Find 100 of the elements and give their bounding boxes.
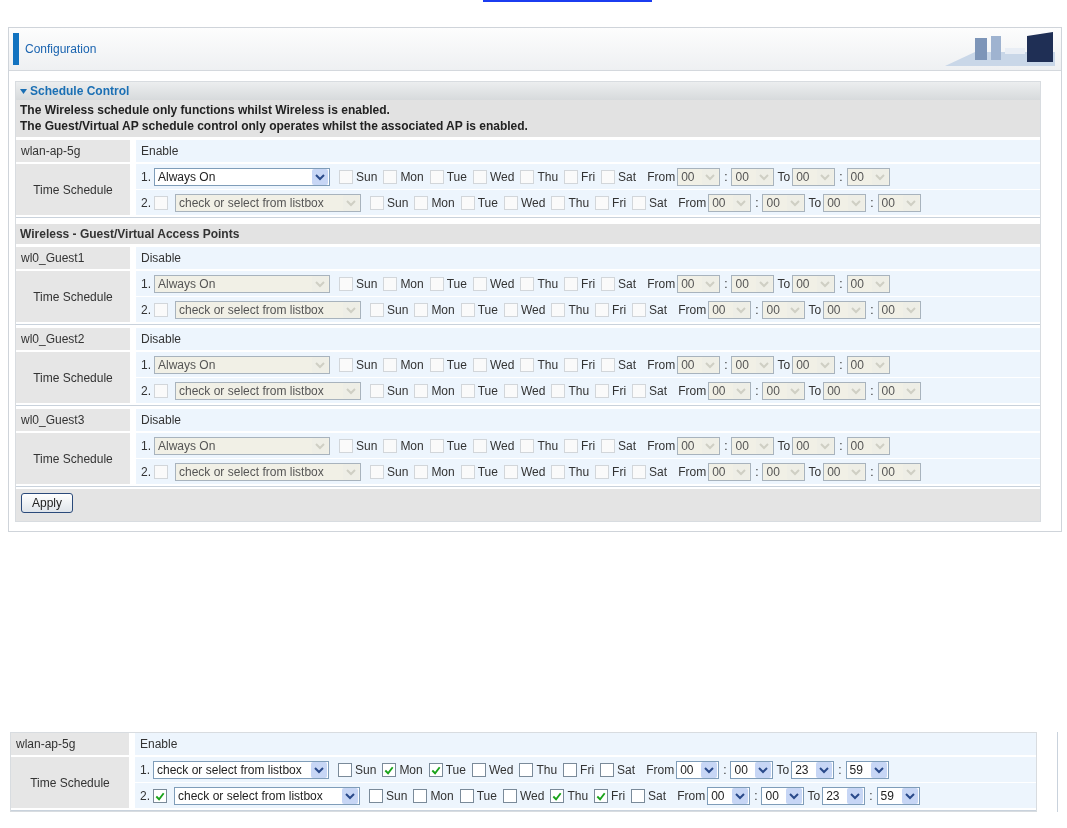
day-label[interactable]: Tue bbox=[446, 276, 467, 291]
day-label[interactable]: Sat bbox=[618, 357, 637, 372]
day-label[interactable]: Sat bbox=[618, 169, 637, 184]
time-dropdown[interactable]: 00 bbox=[877, 193, 921, 212]
day-label[interactable]: Fri bbox=[612, 302, 627, 317]
day-label[interactable]: Tue bbox=[477, 383, 498, 398]
time-dropdown[interactable]: 00 bbox=[731, 355, 775, 374]
day-label[interactable]: Mon bbox=[399, 762, 423, 777]
checkbox[interactable] bbox=[563, 762, 578, 777]
day-label[interactable]: Sun bbox=[387, 464, 409, 479]
day-label[interactable]: Wed bbox=[489, 357, 515, 372]
day-label[interactable]: Tue bbox=[446, 169, 467, 184]
apply-button[interactable]: Apply bbox=[21, 493, 74, 513]
day-label[interactable]: Sat bbox=[649, 383, 668, 398]
day-label[interactable]: Wed bbox=[520, 383, 546, 398]
day-label[interactable]: Thu bbox=[537, 169, 559, 184]
checkbox[interactable] bbox=[594, 788, 609, 803]
time-dropdown[interactable]: 00 bbox=[823, 462, 867, 481]
day-label[interactable]: Thu bbox=[567, 788, 589, 803]
day-label[interactable]: Thu bbox=[537, 276, 559, 291]
day-label[interactable]: Mon bbox=[400, 276, 424, 291]
day-label[interactable]: Wed bbox=[489, 276, 515, 291]
time-dropdown[interactable]: 00 bbox=[823, 300, 867, 319]
checkbox[interactable] bbox=[550, 788, 565, 803]
day-label[interactable]: Wed bbox=[519, 788, 545, 803]
time-dropdown[interactable]: 00 bbox=[731, 274, 775, 293]
day-label[interactable]: Mon bbox=[400, 169, 424, 184]
day-label[interactable]: Tue bbox=[446, 357, 467, 372]
day-label[interactable]: Sun bbox=[387, 383, 409, 398]
day-label[interactable]: Sat bbox=[649, 464, 668, 479]
time-dropdown[interactable]: 00 bbox=[846, 355, 890, 374]
day-label[interactable]: Fri bbox=[581, 276, 596, 291]
day-label[interactable]: Wed bbox=[520, 464, 546, 479]
day-label[interactable]: Thu bbox=[568, 464, 590, 479]
checkbox[interactable] bbox=[471, 762, 486, 777]
day-label[interactable]: Fri bbox=[612, 195, 627, 210]
day-label[interactable]: Thu bbox=[537, 438, 559, 453]
checkbox[interactable] bbox=[631, 788, 646, 803]
dropdown[interactable]: Always On bbox=[154, 167, 330, 186]
checkbox[interactable] bbox=[382, 762, 397, 777]
day-label[interactable]: Sat bbox=[617, 762, 636, 777]
day-label[interactable]: Thu bbox=[537, 357, 559, 372]
time-dropdown[interactable]: 23 bbox=[822, 786, 866, 805]
time-dropdown[interactable]: 00 bbox=[877, 300, 921, 319]
section-header[interactable]: Schedule Control bbox=[16, 82, 1040, 100]
day-label[interactable]: Sun bbox=[356, 169, 378, 184]
checkbox[interactable] bbox=[519, 762, 534, 777]
day-label[interactable]: Sat bbox=[618, 438, 637, 453]
day-label[interactable]: Sun bbox=[356, 438, 378, 453]
time-dropdown[interactable]: 00 bbox=[730, 760, 774, 779]
time-dropdown[interactable]: 00 bbox=[676, 760, 720, 779]
day-label[interactable]: Mon bbox=[400, 357, 424, 372]
time-dropdown[interactable]: 00 bbox=[761, 786, 805, 805]
day-label[interactable]: Fri bbox=[581, 169, 596, 184]
day-label[interactable]: Sun bbox=[355, 762, 377, 777]
day-label[interactable]: Thu bbox=[568, 195, 590, 210]
day-label[interactable]: Tue bbox=[476, 788, 497, 803]
day-label[interactable]: Tue bbox=[446, 438, 467, 453]
time-dropdown[interactable]: 00 bbox=[792, 355, 836, 374]
time-dropdown[interactable]: 00 bbox=[707, 786, 751, 805]
day-label[interactable]: Tue bbox=[477, 195, 498, 210]
time-dropdown[interactable]: 00 bbox=[731, 167, 775, 186]
time-dropdown[interactable]: 59 bbox=[876, 786, 920, 805]
day-label[interactable]: Sun bbox=[386, 788, 408, 803]
checkbox[interactable] bbox=[600, 762, 615, 777]
day-label[interactable]: Sun bbox=[356, 357, 378, 372]
day-label[interactable]: Sat bbox=[618, 276, 637, 291]
time-dropdown[interactable]: 59 bbox=[845, 760, 889, 779]
dropdown[interactable]: check or select from listbox bbox=[153, 760, 329, 779]
day-label[interactable]: Mon bbox=[430, 788, 454, 803]
day-label[interactable]: Mon bbox=[431, 464, 455, 479]
day-label[interactable]: Fri bbox=[581, 357, 596, 372]
time-dropdown[interactable]: 00 bbox=[846, 436, 890, 455]
dropdown[interactable]: check or select from listbox bbox=[174, 786, 360, 805]
checkbox[interactable] bbox=[428, 762, 443, 777]
day-label[interactable]: Tue bbox=[477, 302, 498, 317]
day-label[interactable]: Mon bbox=[431, 302, 455, 317]
day-label[interactable]: Wed bbox=[489, 169, 515, 184]
day-label[interactable]: Thu bbox=[568, 302, 590, 317]
day-label[interactable]: Sat bbox=[649, 302, 668, 317]
time-dropdown[interactable]: 00 bbox=[762, 300, 806, 319]
day-label[interactable]: Tue bbox=[477, 464, 498, 479]
day-label[interactable]: Thu bbox=[568, 383, 590, 398]
day-label[interactable]: Sun bbox=[387, 302, 409, 317]
day-label[interactable]: Fri bbox=[580, 762, 595, 777]
checkbox[interactable] bbox=[338, 762, 352, 777]
time-dropdown[interactable]: 00 bbox=[762, 462, 806, 481]
day-label[interactable]: Mon bbox=[400, 438, 424, 453]
time-dropdown[interactable]: 23 bbox=[791, 760, 835, 779]
time-dropdown[interactable]: 00 bbox=[762, 381, 806, 400]
day-label[interactable]: Wed bbox=[520, 302, 546, 317]
checkbox[interactable] bbox=[153, 788, 167, 803]
day-label[interactable]: Sun bbox=[387, 195, 409, 210]
day-label[interactable]: Tue bbox=[445, 762, 466, 777]
checkbox[interactable] bbox=[502, 788, 517, 803]
day-label[interactable]: Fri bbox=[612, 383, 627, 398]
day-label[interactable]: Wed bbox=[489, 438, 515, 453]
time-dropdown[interactable]: 00 bbox=[823, 193, 867, 212]
time-dropdown[interactable]: 00 bbox=[762, 193, 806, 212]
day-label[interactable]: Wed bbox=[520, 195, 546, 210]
